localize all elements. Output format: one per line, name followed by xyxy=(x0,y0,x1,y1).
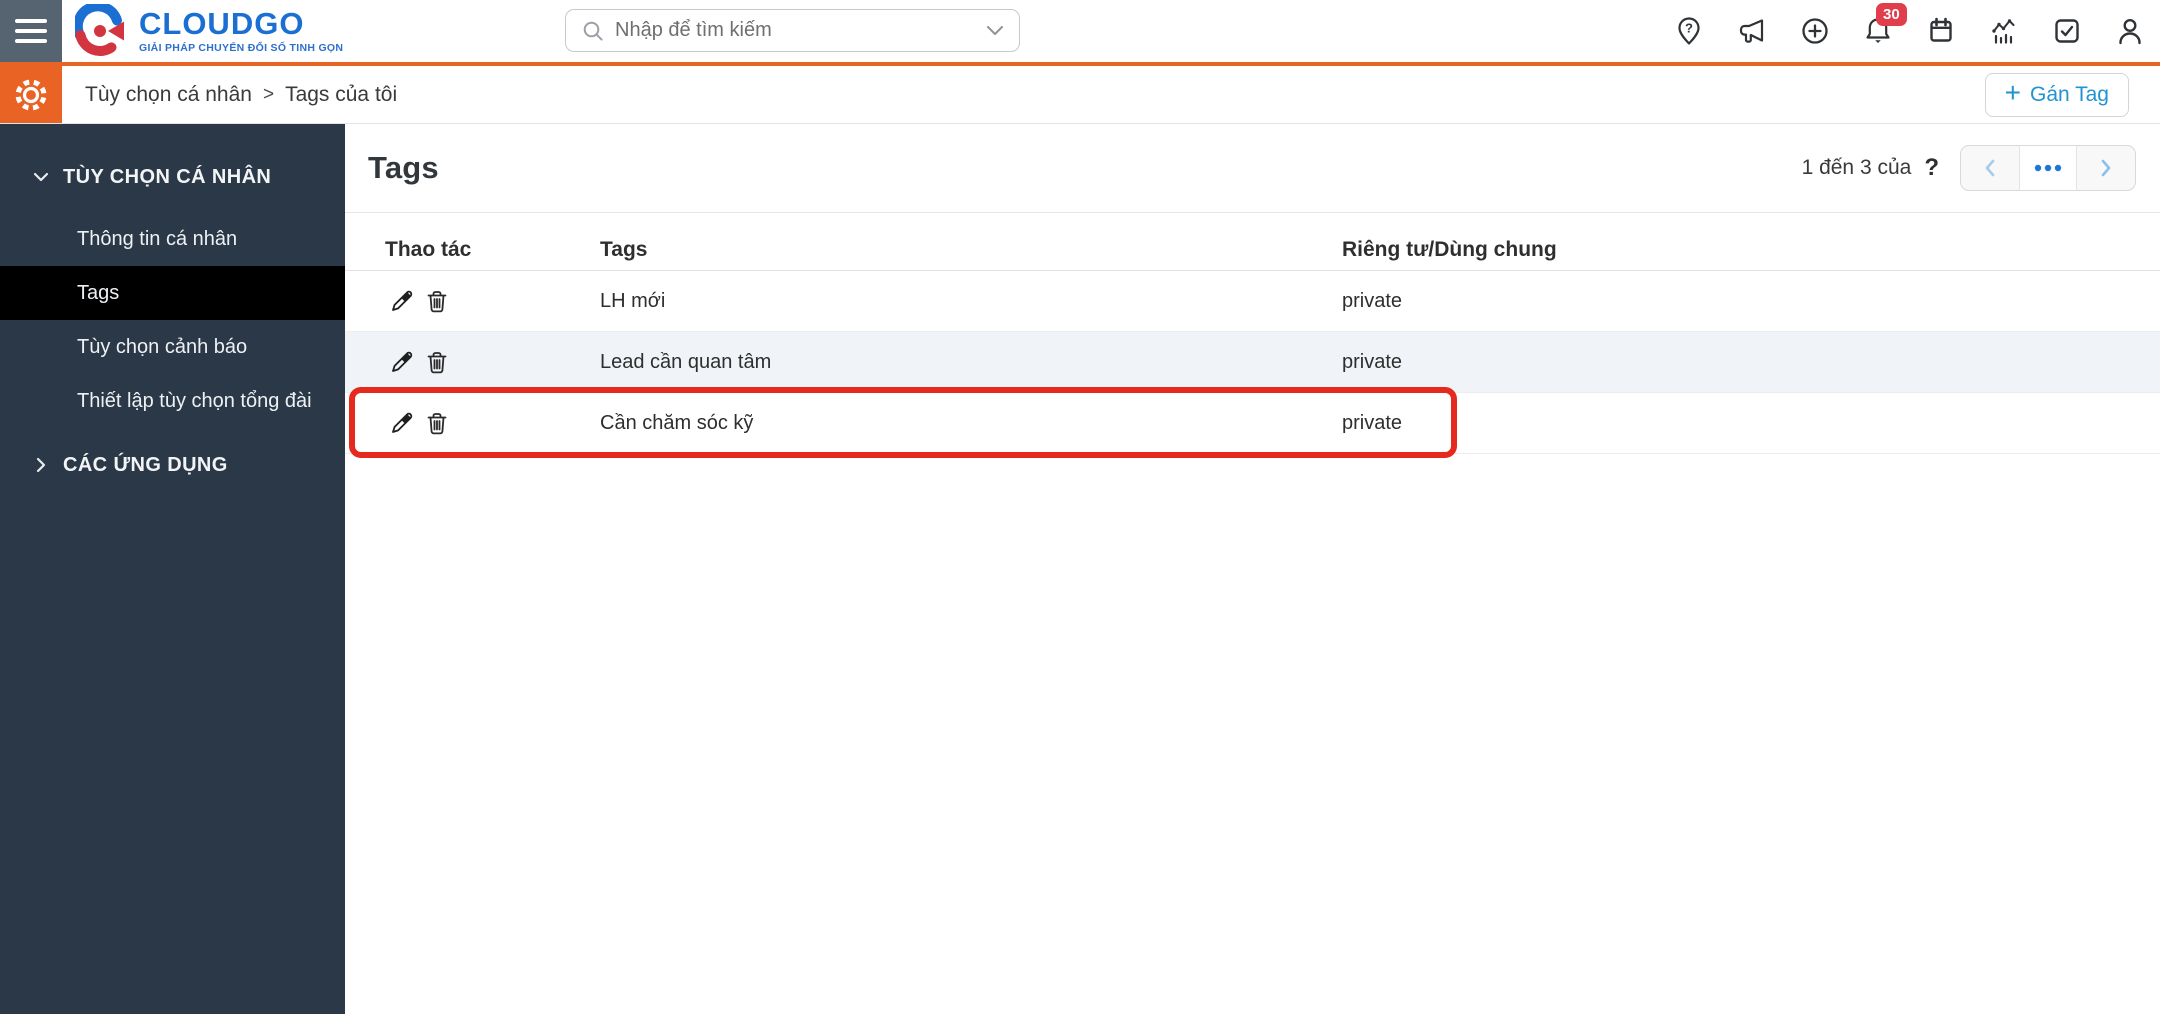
tag-name: Cần chăm sóc kỹ xyxy=(600,411,754,434)
sidebar-section-applications[interactable]: CÁC ỨNG DỤNG xyxy=(0,438,345,492)
sidebar-section-label: TÙY CHỌN CÁ NHÂN xyxy=(63,165,272,188)
sidebar-item-alert-options[interactable]: Tùy chọn cảnh báo xyxy=(0,320,345,374)
main-content: Tags 1 đến 3 của ? Thao tác Tags Riêng t… xyxy=(345,124,2160,1014)
sidebar-item-callcenter-settings[interactable]: Thiết lập tùy chọn tổng đài xyxy=(0,374,345,428)
profile-button[interactable] xyxy=(2113,14,2147,48)
chevron-right-icon xyxy=(36,457,46,473)
hamburger-menu-button[interactable] xyxy=(0,0,62,62)
page-title: Tags xyxy=(368,150,439,185)
assign-tag-label: Gán Tag xyxy=(2029,82,2109,106)
pagination-pages-icon xyxy=(2034,164,2062,172)
table-row: LH mới private xyxy=(345,271,2160,332)
tag-privacy: private xyxy=(1342,350,1403,373)
chevron-right-icon xyxy=(2101,159,2111,177)
tag-privacy: private xyxy=(1342,411,1403,434)
breadcrumb: Tùy chọn cá nhân > Tags của tôi xyxy=(85,83,397,107)
logo-tagline: GIẢI PHÁP CHUYỂN ĐỔI SỐ TINH GỌN xyxy=(139,42,344,54)
plus-icon: + xyxy=(2004,77,2021,108)
delete-tag-button[interactable] xyxy=(424,410,450,436)
search-input[interactable] xyxy=(615,19,976,42)
table-header-row: Thao tác Tags Riêng tư/Dùng chung xyxy=(345,229,2160,271)
cloudgo-logo[interactable]: CLOUDGO GIẢI PHÁP CHUYỂN ĐỔI SỐ TINH GỌN xyxy=(75,4,343,58)
edit-tag-button[interactable] xyxy=(389,288,415,314)
trash-icon xyxy=(427,352,447,374)
table-row: Lead cần quan tâm private xyxy=(345,332,2160,393)
calendar-button[interactable] xyxy=(1924,14,1958,48)
trash-icon xyxy=(427,413,447,435)
task-check-icon xyxy=(2055,19,2079,43)
total-count-button[interactable]: ? xyxy=(1924,154,1939,182)
analytics-icon xyxy=(1992,19,2015,44)
pencil-icon xyxy=(392,351,413,372)
content-header: Tags 1 đến 3 của ? xyxy=(345,124,2160,213)
pencil-icon xyxy=(392,412,413,433)
chevron-left-icon xyxy=(1985,159,1995,177)
pagination-controls xyxy=(1960,145,2136,191)
column-header-actions: Thao tác xyxy=(385,237,472,261)
breadcrumb-parent[interactable]: Tùy chọn cá nhân xyxy=(85,83,252,107)
previous-page-button[interactable] xyxy=(1961,146,2019,190)
sidebar: TÙY CHỌN CÁ NHÂN Thông tin cá nhân Tags … xyxy=(0,124,345,1014)
column-header-privacy: Riêng tư/Dùng chung xyxy=(1342,237,1557,261)
tag-privacy: private xyxy=(1342,289,1403,312)
pagination: 1 đến 3 của ? xyxy=(1802,124,2136,212)
notifications-button[interactable]: 30 xyxy=(1861,3,1907,48)
global-search[interactable] xyxy=(565,9,1020,52)
topbar-icon-group: ? 30 xyxy=(1672,0,2147,62)
sidebar-item-tags[interactable]: Tags xyxy=(0,266,345,320)
search-icon xyxy=(583,21,603,41)
calendar-icon xyxy=(1930,17,1952,42)
sidebar-section-personal-options[interactable]: TÙY CHỌN CÁ NHÂN xyxy=(0,150,345,204)
location-question-button[interactable]: ? xyxy=(1672,14,1706,48)
page-list-button[interactable] xyxy=(2019,146,2077,190)
chevron-down-icon[interactable] xyxy=(987,25,1003,36)
app-root: CLOUDGO GIẢI PHÁP CHUYỂN ĐỔI SỐ TINH GỌN… xyxy=(0,0,2160,1014)
top-bar: CLOUDGO GIẢI PHÁP CHUYỂN ĐỔI SỐ TINH GỌN… xyxy=(0,0,2160,62)
edit-tag-button[interactable] xyxy=(389,410,415,436)
tasks-button[interactable] xyxy=(2050,14,2084,48)
tag-name: Lead cần quan tâm xyxy=(600,350,772,373)
settings-module-button[interactable] xyxy=(0,66,62,123)
user-icon xyxy=(2119,18,2141,45)
logo-text: CLOUDGO xyxy=(139,6,305,41)
gear-icon xyxy=(15,79,47,110)
delete-tag-button[interactable] xyxy=(424,349,450,375)
table-row-highlighted: Cần chăm sóc kỹ private xyxy=(345,393,2160,454)
column-header-tags: Tags xyxy=(600,237,648,261)
breadcrumb-bar: Tùy chọn cá nhân > Tags của tôi + Gán Ta… xyxy=(0,62,2160,124)
hamburger-icon xyxy=(15,19,47,23)
assign-tag-button[interactable]: + Gán Tag xyxy=(1984,72,2129,117)
breadcrumb-separator: > xyxy=(262,83,275,105)
plus-circle-icon xyxy=(1802,18,1828,44)
notification-badge: 30 xyxy=(1876,3,1907,26)
chevron-down-icon xyxy=(33,172,49,182)
delete-tag-button[interactable] xyxy=(424,288,450,314)
tags-table: Thao tác Tags Riêng tư/Dùng chung LH mới… xyxy=(345,229,2160,454)
pagination-range-label: 1 đến 3 của xyxy=(1801,156,1912,179)
cloudgo-logo-mark xyxy=(75,4,124,56)
analytics-button[interactable] xyxy=(1987,14,2021,48)
tag-name: LH mới xyxy=(600,289,666,312)
svg-text:?: ? xyxy=(1685,21,1693,36)
breadcrumb-current: Tags của tôi xyxy=(285,82,398,106)
megaphone-icon xyxy=(1739,19,1764,43)
pencil-icon xyxy=(392,290,413,311)
edit-tag-button[interactable] xyxy=(389,349,415,375)
megaphone-button[interactable] xyxy=(1735,14,1769,48)
sidebar-section-label: CÁC ỨNG DỤNG xyxy=(63,453,228,476)
next-page-button[interactable] xyxy=(2077,146,2135,190)
trash-icon xyxy=(427,291,447,313)
location-question-icon: ? xyxy=(1678,17,1700,45)
quick-create-button[interactable] xyxy=(1798,14,1832,48)
sidebar-item-personal-info[interactable]: Thông tin cá nhân xyxy=(0,212,345,266)
